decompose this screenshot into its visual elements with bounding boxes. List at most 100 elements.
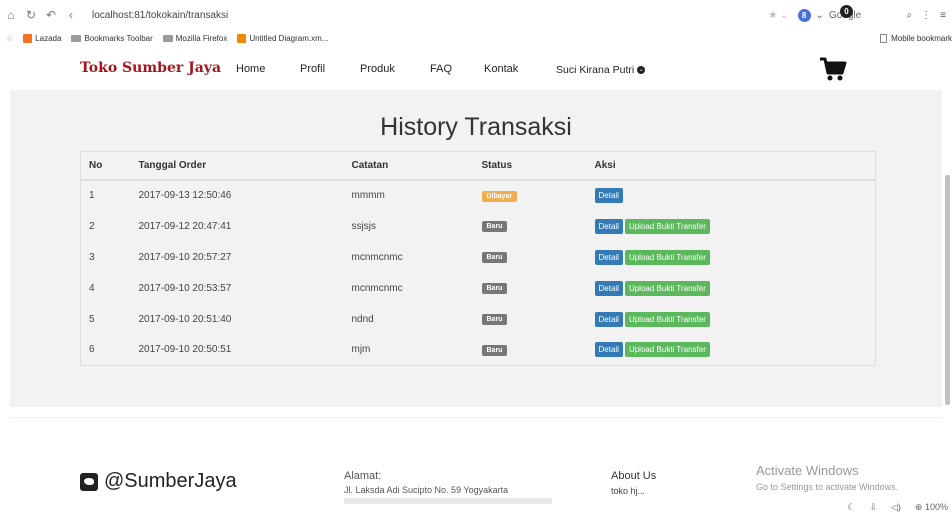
twitter-link[interactable]: @SumberJaya <box>80 470 237 493</box>
upload-transfer-button[interactable]: Upload Bukti Transfer <box>624 280 710 296</box>
col-catatan: Catatan <box>343 151 476 181</box>
table-row: 5 2017-09-10 20:51:40 ndnd Baru Detail Up… <box>81 304 876 335</box>
row-date: 2017-09-10 20:57:27 <box>138 251 232 263</box>
col-aksi: Aksi <box>588 151 876 181</box>
table-header: No Tanggal Order Catatan Status Aksi <box>80 151 876 181</box>
site-navbar: Toko Sumber Jaya Home Profil Produk FAQ … <box>0 50 952 90</box>
detail-button[interactable]: Detail <box>594 249 623 265</box>
zoom-level: 100% <box>924 502 948 512</box>
nav-kontak[interactable]: Kontak <box>484 63 518 75</box>
about-label: About Us <box>611 470 657 482</box>
upload-transfer-button[interactable]: Upload Bukti Transfer <box>624 342 710 358</box>
reload-icon[interactable]: ↻ <box>24 8 38 22</box>
search-icon[interactable]: ⌕ <box>907 10 913 21</box>
table-row: 3 2017-09-10 20:57:27 mcnmcnmc Baru Deta… <box>81 242 876 273</box>
search-engine-icon: 8 <box>797 8 811 22</box>
twitter-icon <box>80 472 98 491</box>
browser-status-bar: ☾ ⇩ ◁) ⊕ 100% <box>847 500 952 515</box>
menu-dots-icon[interactable]: ⋮ <box>921 10 931 21</box>
home-icon[interactable]: ⌂ <box>4 8 18 22</box>
col-status: Status <box>475 151 589 181</box>
windows-activation-title: Activate Windows <box>756 463 859 478</box>
upload-transfer-button[interactable]: Upload Bukti Transfer <box>624 249 710 265</box>
address-label: Alamat: <box>344 470 382 482</box>
sound-icon[interactable]: ◁) <box>891 502 901 513</box>
about-text: toko hj... <box>611 486 646 496</box>
col-no: No <box>80 151 131 181</box>
bookmark-lazada[interactable]: Lazada <box>23 33 61 43</box>
status-badge: Baru <box>481 221 508 232</box>
table-row: 4 2017-09-10 20:53:57 mcnmcnmc Baru Deta… <box>81 273 876 304</box>
detail-button[interactable]: Detail <box>594 311 623 327</box>
map-preview <box>344 498 552 504</box>
page-scrollbar[interactable] <box>945 175 950 405</box>
chevron-down-icon: ⌄ <box>637 66 646 74</box>
mobile-bookmarks[interactable]: Mobile bookmark <box>880 30 952 46</box>
status-badge: Baru <box>481 252 508 263</box>
hamburger-icon[interactable]: ≡ <box>940 10 946 21</box>
bookmark-mozilla-firefox[interactable]: Mozilla Firefox <box>162 34 227 43</box>
bookmark-toolbar-folder[interactable]: Bookmarks Toolbar <box>71 34 153 43</box>
nav-profil[interactable]: Profil <box>300 63 325 75</box>
status-badge: Baru <box>481 344 508 356</box>
social-handle: @SumberJaya <box>104 470 237 492</box>
user-name: Suci Kirana Putri <box>556 64 635 76</box>
status-badge: Dibayar <box>481 190 518 202</box>
table-row: 6 2017-09-10 20:50:51 mjm Baru Detail Upl… <box>81 335 876 366</box>
row-date: 2017-09-12 20:47:41 <box>138 220 232 232</box>
chevron-down-icon: ⌄ <box>815 9 824 21</box>
table-row: 1 2017-09-13 12:50:46 mmmm Dibayar Detai… <box>81 180 876 211</box>
footer-divider <box>10 417 942 418</box>
row-date: 2017-09-10 20:50:51 <box>138 344 232 356</box>
folder-icon <box>162 34 173 42</box>
detail-button[interactable]: Detail <box>594 188 623 203</box>
row-note: mjm <box>351 344 371 356</box>
status-badge: Baru <box>481 314 508 325</box>
detail-button[interactable]: Detail <box>594 280 623 296</box>
user-menu[interactable]: Suci Kirana Putri ⌄ <box>556 64 646 76</box>
cart-icon[interactable] <box>818 54 848 84</box>
night-mode-icon[interactable]: ☾ <box>847 502 855 513</box>
brand-logo[interactable]: Toko Sumber Jaya <box>80 60 221 76</box>
nav-produk[interactable]: Produk <box>360 63 395 75</box>
star-icon[interactable]: ★ ⌄ <box>768 10 788 21</box>
bookmark-star-icon[interactable]: ☆ <box>6 34 13 43</box>
nav-home[interactable]: Home <box>236 63 265 75</box>
bookmarks-bar: ☆ Lazada Bookmarks Toolbar Mozilla Firef… <box>0 30 952 46</box>
row-no: 3 <box>89 251 95 263</box>
browser-toolbar: ⌂ ↻ ↶ ‹ localhost:81/tokokain/transaksi … <box>0 0 952 30</box>
mobile-bookmark-icon <box>880 33 888 43</box>
windows-activation-subtitle: Go to Settings to activate Windows. <box>756 482 899 492</box>
lazada-icon <box>23 33 33 43</box>
undo-icon[interactable]: ↶ <box>44 8 58 22</box>
row-no: 1 <box>89 190 95 201</box>
row-no: 2 <box>89 220 95 232</box>
row-no: 6 <box>89 344 95 356</box>
row-no: 4 <box>89 282 95 294</box>
table-row: 2 2017-09-12 20:47:41 ssjsjs Baru Detail… <box>81 211 876 242</box>
folder-icon <box>71 34 82 42</box>
upload-transfer-button[interactable]: Upload Bukti Transfer <box>624 311 710 327</box>
row-note: mcnmcnmc <box>351 251 403 263</box>
download-icon[interactable]: ⇩ <box>869 502 877 513</box>
detail-button[interactable]: Detail <box>594 218 623 234</box>
row-date: 2017-09-13 12:50:46 <box>138 190 232 201</box>
col-tanggal-order: Tanggal Order <box>130 151 344 181</box>
upload-transfer-button[interactable]: Upload Bukti Transfer <box>624 218 710 234</box>
bookmark-untitled-diagram[interactable]: Untitled Diagram.xm... <box>237 33 328 43</box>
back-icon[interactable]: ‹ <box>64 8 78 22</box>
row-date: 2017-09-10 20:53:57 <box>138 282 232 294</box>
transaction-table: No Tanggal Order Catatan Status Aksi 1 2… <box>80 151 876 366</box>
drawio-icon <box>237 33 247 43</box>
cart-count-badge: 0 <box>840 5 853 18</box>
address-bar[interactable]: localhost:81/tokokain/transaksi <box>92 10 228 21</box>
row-no: 5 <box>89 313 95 325</box>
zoom-control[interactable]: ⊕ 100% <box>915 502 948 513</box>
row-note: mmmm <box>351 190 385 201</box>
nav-faq[interactable]: FAQ <box>430 63 452 75</box>
row-date: 2017-09-10 20:51:40 <box>138 313 232 325</box>
row-note: ndnd <box>351 313 374 325</box>
page-title: History Transaksi <box>380 113 572 141</box>
row-note: mcnmcnmc <box>351 282 403 294</box>
detail-button[interactable]: Detail <box>594 342 623 358</box>
